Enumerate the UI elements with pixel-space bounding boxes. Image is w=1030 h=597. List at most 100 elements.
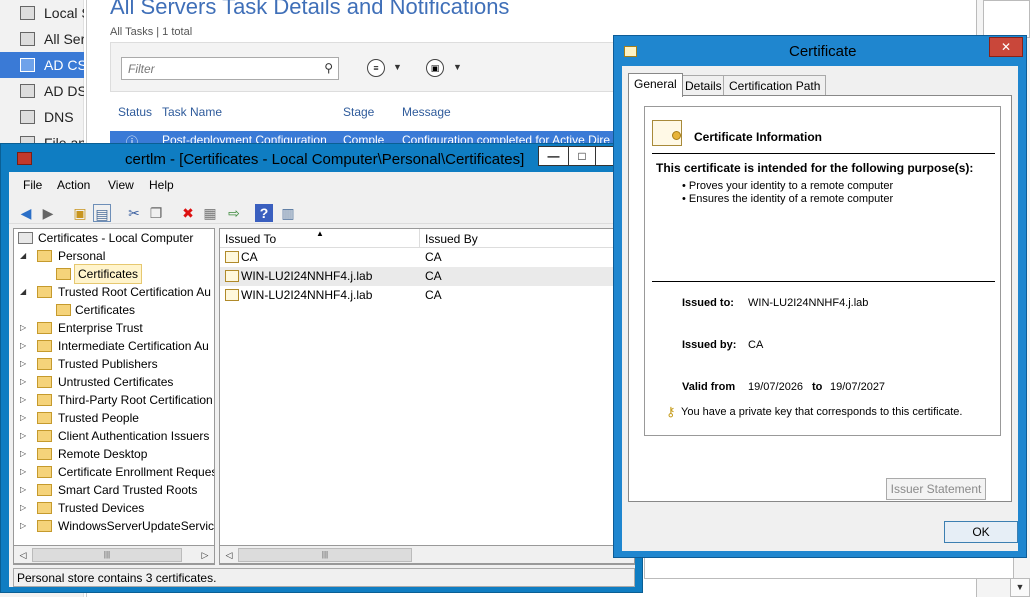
up-folder-icon[interactable]: ▣ [71,204,89,222]
scroll-left-icon[interactable]: ◁ [222,548,236,562]
issued-by-label: Issued by: [682,339,737,351]
column-task-name[interactable]: Task Name [162,105,222,119]
scroll-right-icon[interactable]: ▷ [198,548,212,562]
column-issued-by[interactable]: Issued By [425,232,478,246]
tree-node-third-party-root[interactable]: ▷ Third-Party Root Certification [20,391,214,409]
collapsed-icon[interactable]: ▷ [20,445,30,463]
certificate-list: Issued To ▲ Issued By CA CA WIN-LU2I24NN… [219,228,635,565]
folder-icon [56,268,71,280]
scroll-down-button[interactable]: ▼ [1010,578,1030,597]
tree-node-personal[interactable]: ◢ Personal [20,247,214,265]
tree-node-personal-certificates[interactable]: Certificates [52,264,212,284]
properties-icon[interactable]: ▦ [201,204,219,222]
tree-node-client-auth-issuers[interactable]: ▷ Client Authentication Issuers [20,427,214,445]
valid-from-label: Valid from [682,381,736,393]
tree-node-enrollment-requests[interactable]: ▷ Certificate Enrollment Reques [20,463,214,481]
menu-help[interactable]: Help [149,178,174,192]
collapsed-icon[interactable]: ▷ [20,391,30,409]
collapsed-icon[interactable]: ▷ [20,427,30,445]
nav-item-local-server[interactable]: Local S [0,0,84,26]
delete-icon[interactable]: ✖ [179,204,197,222]
copy-icon[interactable]: ❐ [147,204,165,222]
table-row[interactable]: CA CA [220,248,634,267]
valid-from-value: 19/07/2026 [748,381,804,393]
action-pane-icon[interactable]: ▥ [279,204,297,222]
folder-icon [37,322,52,334]
nav-item-all-servers[interactable]: All Ser [0,26,84,52]
scrollbar-thumb[interactable]: ||| [32,548,182,562]
tree-node-smart-card-roots[interactable]: ▷ Smart Card Trusted Roots [20,481,214,499]
show-hide-tree-icon[interactable]: ▤ [93,204,111,222]
column-message[interactable]: Message [402,105,451,119]
list-horizontal-scrollbar[interactable]: ◁ ||| [219,545,635,564]
column-status[interactable]: Status [118,105,152,119]
tree-node-enterprise-trust[interactable]: ▷ Enterprise Trust [20,319,214,337]
collapsed-icon[interactable]: ▷ [20,409,30,427]
scrollbar-thumb[interactable]: ||| [238,548,412,562]
tree-node-untrusted-certificates[interactable]: ▷ Untrusted Certificates [20,373,214,391]
save-query-icon[interactable]: ▣ [426,59,444,77]
tree-node-trusted-people[interactable]: ▷ Trusted People [20,409,214,427]
collapsed-icon[interactable]: ▷ [20,463,30,481]
ok-button[interactable]: OK [944,521,1018,543]
forward-icon[interactable]: ▶ [39,204,57,222]
expanded-icon[interactable]: ◢ [20,283,30,301]
status-bar: Personal store contains 3 certificates. [13,568,635,587]
expanded-icon[interactable]: ◢ [20,247,30,265]
valid-to-label: to [812,381,823,393]
tree-node-trusted-root[interactable]: ◢ Trusted Root Certification Au [20,283,214,301]
collapsed-icon[interactable]: ▷ [20,337,30,355]
tree-node-local-computer[interactable]: Certificates - Local Computer [18,229,214,247]
menu-view[interactable]: View [108,178,134,192]
collapsed-icon[interactable]: ▷ [20,319,30,337]
certlm-titlebar[interactable]: certlm - [Certificates - Local Computer\… [1,144,642,172]
collapsed-icon[interactable]: ▷ [20,517,30,535]
scroll-left-icon[interactable]: ◁ [16,548,30,562]
tab-details[interactable]: Details [679,75,728,95]
collapsed-icon[interactable]: ▷ [20,355,30,373]
nav-item-dns[interactable]: DNS [0,104,84,130]
help-icon[interactable]: ? [255,204,273,222]
minimize-button[interactable]: — [538,146,569,166]
maximize-button[interactable]: □ [568,146,596,166]
search-icon[interactable]: ⚲ [324,61,333,75]
certificate-info-box: Certificate Information This certificate… [644,106,1001,436]
tree-node-remote-desktop[interactable]: ▷ Remote Desktop [20,445,214,463]
certificate-key-icon [225,270,239,282]
tab-certification-path[interactable]: Certification Path [723,75,827,95]
folder-icon [37,286,52,298]
chevron-down-icon[interactable]: ▼ [393,62,402,72]
nav-item-ad-cs[interactable]: AD CS [0,52,84,78]
chevron-down-icon[interactable]: ▼ [453,62,462,72]
back-icon[interactable]: ◀ [17,204,35,222]
certlm-app-icon[interactable] [17,152,32,165]
close-button[interactable]: ✕ [989,37,1023,57]
tree-node-trusted-root-certificates[interactable]: Certificates [52,301,212,319]
nav-item-ad-ds[interactable]: AD DS [0,78,84,104]
tree-node-intermediate-ca[interactable]: ▷ Intermediate Certification Au [20,337,214,355]
tree-node-trusted-publishers[interactable]: ▷ Trusted Publishers [20,355,214,373]
cut-icon[interactable]: ✂ [125,204,143,222]
table-row[interactable]: WIN-LU2I24NNHF4.j.lab CA [220,267,634,286]
list-options-icon[interactable]: ≡ [367,59,385,77]
certificate-dialog-titlebar[interactable]: Certificate ✕ [614,36,1026,66]
tab-general[interactable]: General [628,73,683,97]
tree-node-wsus[interactable]: ▷ WindowsServerUpdateServices [20,517,214,535]
filter-input[interactable]: Filter ⚲ [121,57,339,80]
collapsed-icon[interactable]: ▷ [20,499,30,517]
window-title: certlm - [Certificates - Local Computer\… [125,151,525,168]
menu-action[interactable]: Action [57,178,90,192]
tree-horizontal-scrollbar[interactable]: ◁ ||| ▷ [13,545,215,564]
certificate-key-icon [225,289,239,301]
issuer-statement-button[interactable]: Issuer Statement [886,478,986,500]
column-issued-to[interactable]: Issued To [225,232,276,246]
collapsed-icon[interactable]: ▷ [20,373,30,391]
general-tab-panel: Certificate Information This certificate… [628,95,1012,502]
table-row[interactable]: WIN-LU2I24NNHF4.j.lab CA [220,286,634,305]
export-list-icon[interactable]: ⇨ [225,204,243,222]
collapsed-icon[interactable]: ▷ [20,481,30,499]
tree-node-trusted-devices[interactable]: ▷ Trusted Devices [20,499,214,517]
column-divider[interactable] [419,229,420,248]
column-stage[interactable]: Stage [343,105,374,119]
menu-file[interactable]: File [23,178,42,192]
